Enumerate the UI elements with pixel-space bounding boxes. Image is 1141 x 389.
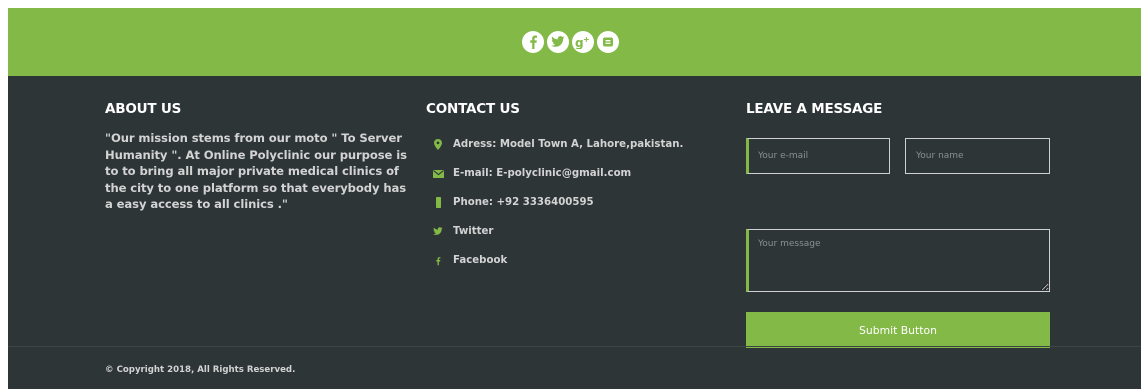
svg-text:+: + [583, 35, 590, 44]
social-icons: g + [522, 31, 619, 53]
contact-phone: Phone: +92 3336400595 [426, 188, 726, 217]
contact-email-label: E-mail: E-polyclinic@gmail.com [453, 168, 632, 179]
contact-address-label: Adress: Model Town A, Lahore,pakistan. [453, 139, 684, 150]
footer-divider [8, 346, 1141, 347]
submit-button[interactable]: Submit Button [746, 312, 1050, 348]
message-form: Submit Button [746, 138, 1050, 348]
contact-phone-label: Phone: +92 3336400595 [453, 197, 594, 208]
contact-list: Adress: Model Town A, Lahore,pakistan. E… [426, 130, 726, 275]
message-title: LEAVE A MESSAGE [746, 101, 883, 117]
contact-email: E-mail: E-polyclinic@gmail.com [426, 159, 726, 188]
contact-facebook-label[interactable]: Facebook [453, 255, 507, 266]
map-pin-icon [432, 139, 444, 151]
about-title: ABOUT US [105, 101, 182, 117]
copyright-text: © Copyright 2018, All Rights Reserved. [105, 365, 296, 375]
name-field[interactable] [905, 138, 1050, 174]
facebook-icon[interactable] [522, 31, 544, 53]
contact-icon[interactable] [597, 31, 619, 53]
phone-icon [432, 197, 444, 209]
contact-title: CONTACT US [426, 101, 520, 117]
message-field[interactable] [746, 229, 1050, 292]
message-section: LEAVE A MESSAGE Submit Button [746, 100, 1051, 348]
contact-twitter[interactable]: Twitter [426, 217, 726, 246]
email-field[interactable] [746, 138, 890, 174]
twitter-icon [432, 226, 444, 238]
about-text: "Our mission stems from our moto " To Se… [105, 131, 407, 211]
footer-page: g + ABOUT US "Our mission stems from our… [8, 8, 1141, 389]
social-bar: g + [8, 8, 1141, 76]
contact-facebook[interactable]: Facebook [426, 246, 726, 275]
about-section: ABOUT US "Our mission stems from our mot… [105, 100, 410, 213]
envelope-icon [432, 168, 444, 180]
twitter-icon[interactable] [547, 31, 569, 53]
contact-twitter-label[interactable]: Twitter [453, 226, 493, 237]
contact-address: Adress: Model Town A, Lahore,pakistan. [426, 130, 726, 159]
facebook-icon [432, 255, 444, 267]
contact-section: CONTACT US Adress: Model Town A, Lahore,… [426, 100, 726, 275]
google-plus-icon[interactable]: g + [572, 31, 594, 53]
